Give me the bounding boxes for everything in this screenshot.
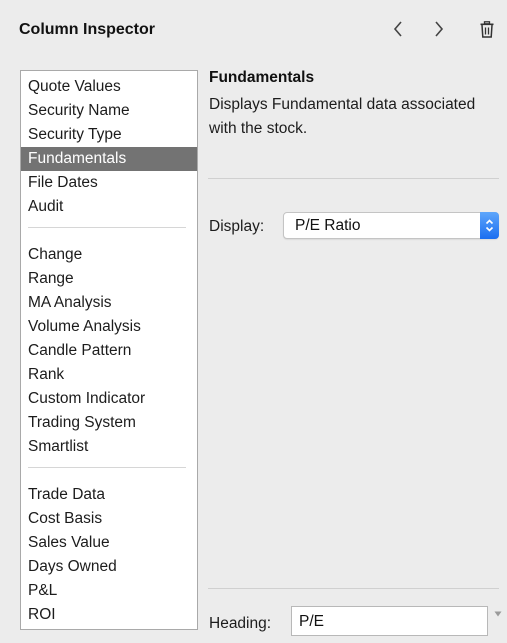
list-item-pandl[interactable]: P&L	[21, 579, 197, 603]
list-item-security-name[interactable]: Security Name	[21, 99, 197, 123]
forward-button[interactable]	[424, 14, 454, 44]
display-select[interactable]: P/E Ratio	[283, 212, 499, 239]
list-item-smartlist[interactable]: Smartlist	[21, 435, 197, 459]
list-item-range[interactable]: Range	[21, 267, 197, 291]
list-item-roi[interactable]: ROI	[21, 603, 197, 627]
chevron-left-icon	[392, 20, 404, 38]
list-item-cost-basis[interactable]: Cost Basis	[21, 507, 197, 531]
list-item-trade-data[interactable]: Trade Data	[21, 483, 197, 507]
list-item-sales-value[interactable]: Sales Value	[21, 531, 197, 555]
list-item-trading-system[interactable]: Trading System	[21, 411, 197, 435]
display-label: Display:	[209, 218, 265, 235]
list-item-audit[interactable]: Audit	[21, 195, 197, 219]
list-item-rank[interactable]: Rank	[21, 363, 197, 387]
delete-button[interactable]	[472, 14, 502, 44]
list-item-change[interactable]: Change	[21, 243, 197, 267]
heading-input-value: P/E	[299, 613, 324, 630]
list-item-custom-indicator[interactable]: Custom Indicator	[21, 387, 197, 411]
list-item-fundamentals[interactable]: Fundamentals	[21, 147, 197, 171]
column-category-list[interactable]: Quote Values Security Name Security Type Fu…	[20, 70, 198, 630]
trash-icon	[480, 20, 494, 38]
updown-chevron-icon	[480, 212, 499, 239]
inspector-header: Column Inspector	[0, 0, 507, 58]
divider	[208, 588, 499, 589]
list-item-quote-values[interactable]: Quote Values	[21, 75, 197, 99]
list-item-ma-analysis[interactable]: MA Analysis	[21, 291, 197, 315]
section-title: Fundamentals	[209, 69, 315, 86]
list-item-candle-pattern[interactable]: Candle Pattern	[21, 339, 197, 363]
divider	[208, 178, 499, 179]
panel-title: Column Inspector	[19, 21, 156, 38]
list-separator	[28, 467, 186, 468]
section-description: Displays Fundamental data associated wit…	[209, 96, 476, 137]
list-item-days-owned[interactable]: Days Owned	[21, 555, 197, 579]
heading-label: Heading:	[209, 615, 272, 632]
chevron-right-icon	[433, 20, 445, 38]
list-item-volume-analysis[interactable]: Volume Analysis	[21, 315, 197, 339]
list-item-security-type[interactable]: Security Type	[21, 123, 197, 147]
heading-dropdown-button[interactable]	[494, 604, 504, 617]
heading-input[interactable]: P/E	[291, 606, 488, 636]
display-select-value: P/E Ratio	[295, 217, 361, 234]
detail-panel: Fundamentals Displays Fundamental data a…	[208, 66, 502, 636]
back-button[interactable]	[383, 14, 413, 44]
list-separator	[28, 227, 186, 228]
list-item-file-dates[interactable]: File Dates	[21, 171, 197, 195]
triangle-down-icon	[494, 604, 502, 621]
